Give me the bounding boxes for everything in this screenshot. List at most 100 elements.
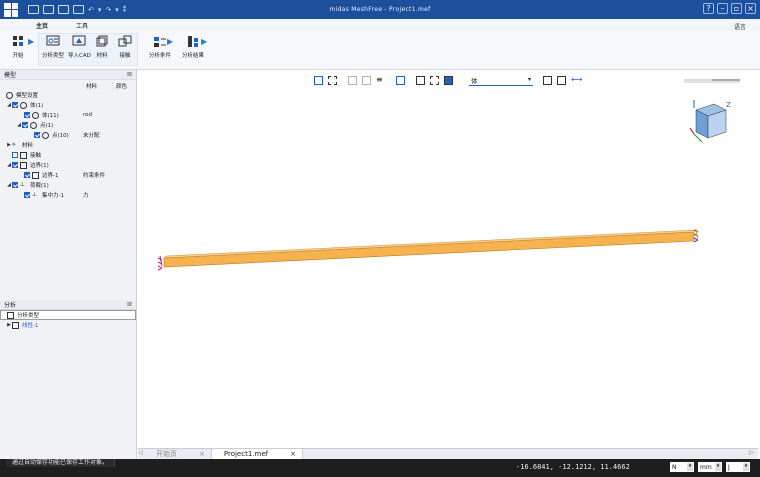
measure-icon[interactable]: ⟷ xyxy=(571,76,582,85)
boundary-icon xyxy=(20,161,27,169)
undo-icon[interactable]: ↶ xyxy=(88,6,94,14)
fit-icon[interactable] xyxy=(348,76,357,85)
material-button[interactable]: 材料 xyxy=(95,35,109,59)
checkbox[interactable] xyxy=(24,172,30,178)
tree-item-boundaries[interactable]: ◢ 边界(1) xyxy=(0,160,136,170)
minimize-icon[interactable]: – xyxy=(717,3,728,14)
chevron-down-icon: ▾ xyxy=(687,463,693,471)
close-icon[interactable]: × xyxy=(745,3,756,14)
checkbox[interactable] xyxy=(34,132,40,138)
tree-item-bodies[interactable]: ◢ 体(1) xyxy=(0,100,136,110)
save-as-icon[interactable] xyxy=(73,5,84,14)
checkbox[interactable] xyxy=(12,152,18,158)
help-icon[interactable]: ? xyxy=(703,3,714,14)
tab-home[interactable]: 主页 xyxy=(32,20,52,31)
maximize-icon[interactable]: ▫ xyxy=(731,3,742,14)
play-arrow-icon: ▶ xyxy=(28,37,35,46)
import-cad-icon xyxy=(72,35,86,46)
analysis-result-icon xyxy=(188,36,198,47)
chevron-left-icon[interactable]: ◁ xyxy=(138,449,143,456)
copy-view-icon[interactable] xyxy=(543,76,552,85)
tree-item-load[interactable]: ⊥ 集中力-1 力 xyxy=(0,190,136,200)
label-icon[interactable] xyxy=(416,76,425,85)
contact-icon xyxy=(118,35,132,47)
view-toolbar: ≡ xyxy=(314,76,458,85)
tab-tools[interactable]: 工具 xyxy=(72,20,92,31)
boundary-icon xyxy=(32,171,39,179)
save-icon[interactable] xyxy=(58,5,69,14)
new-file-icon[interactable] xyxy=(28,5,39,14)
contact-button[interactable]: 接触 xyxy=(118,35,132,59)
select-box-icon[interactable] xyxy=(314,76,323,85)
start-button[interactable]: 开始 xyxy=(11,35,25,59)
analysis-condition-icon xyxy=(154,37,166,47)
gear-icon xyxy=(6,91,13,99)
material-label: 材料 xyxy=(96,53,108,59)
redo-dropdown-icon[interactable]: ▾ xyxy=(115,6,119,14)
checkbox[interactable] xyxy=(12,162,18,168)
beam-model[interactable] xyxy=(148,220,718,280)
contact-icon xyxy=(20,151,27,159)
view-cube-icon[interactable]: Z xyxy=(686,98,738,150)
selection-filter-select[interactable]: 体 ▾ xyxy=(469,74,533,86)
analysis-type-label: 分析类型 xyxy=(42,53,65,59)
app-menu-icon[interactable] xyxy=(4,2,18,17)
tree-item-analysis-type[interactable]: 分析类型 xyxy=(0,310,136,320)
hide-icon[interactable] xyxy=(430,76,439,85)
checkbox[interactable] xyxy=(24,192,30,198)
list-icon[interactable]: ≡ xyxy=(376,76,385,85)
length-unit-select[interactable]: mm ▾ xyxy=(698,462,722,472)
analysis-type-button[interactable]: 分析类型 xyxy=(42,35,64,59)
unit-selectors: N ▾ mm ▾ J ▾ xyxy=(670,462,750,472)
chevron-right-icon[interactable]: ▷ xyxy=(749,449,754,456)
tree-item-model-settings[interactable]: 模型设置 xyxy=(0,90,136,100)
force-unit-select[interactable]: N ▾ xyxy=(670,462,694,472)
ribbon: 开始 ▶ 分析类型 导入CAD 材料 接触 分析条件 ▶ 分析结果 ▶ xyxy=(0,31,760,70)
pin-icon[interactable]: ⊠ xyxy=(127,71,132,78)
customize-icon[interactable]: ⁑ xyxy=(123,6,127,14)
tree-item-loads[interactable]: ◢ ⊥ 荷载(1) xyxy=(0,180,136,190)
tree-item-linear-analysis[interactable]: ▶ 线性-1 xyxy=(0,320,136,330)
analysis-case-icon xyxy=(12,321,19,329)
material-icon xyxy=(96,35,108,47)
zoom-icon[interactable] xyxy=(362,76,371,85)
chevron-down-icon: ▾ xyxy=(527,76,531,83)
tree-item-points[interactable]: ◢ 点(1) xyxy=(0,120,136,130)
checkbox[interactable] xyxy=(22,122,28,128)
checkbox[interactable] xyxy=(12,182,18,188)
3d-viewport[interactable]: ≡ 体 ▾ ⟷ Z xyxy=(138,70,758,448)
model-panel-title: 模型 xyxy=(4,72,17,79)
checkbox[interactable] xyxy=(24,112,30,118)
select-window-icon[interactable] xyxy=(328,76,337,85)
language-button[interactable]: 语言 xyxy=(734,22,746,31)
tree-item-contact[interactable]: 接触 xyxy=(0,150,136,160)
tree-item-material[interactable]: ▶ ⟡ 材料 xyxy=(0,140,136,150)
tree-item-body[interactable]: 体(11) rod xyxy=(0,110,136,120)
close-icon[interactable]: × xyxy=(199,450,205,458)
pin-icon[interactable]: ⊠ xyxy=(127,301,132,308)
import-cad-button[interactable]: 导入CAD xyxy=(68,35,91,59)
point-icon xyxy=(30,121,37,129)
quick-access-toolbar: ↶ ▾ ↷ ▾ ⁑ xyxy=(28,5,126,14)
tab-project[interactable]: Project1.mef × xyxy=(210,448,303,460)
tree-item-boundary[interactable]: 边界-1 约束条件 xyxy=(0,170,136,180)
energy-unit-select[interactable]: J ▾ xyxy=(726,462,750,472)
analysis-result-label: 分析结果 xyxy=(182,53,205,59)
model-tree: 模型设置 ◢ 体(1) 体(11) rod ◢ 点(1) 点(10) 未分配 ▶… xyxy=(0,90,136,200)
show-icon[interactable] xyxy=(444,76,453,85)
load-icon: ⊥ xyxy=(20,181,25,188)
split-view-icon[interactable] xyxy=(557,76,566,85)
play-arrow-icon: ▶ xyxy=(201,37,208,46)
undo-dropdown-icon[interactable]: ▾ xyxy=(98,6,102,14)
chevron-down-icon: ▾ xyxy=(715,463,721,471)
material-icon: ⟡ xyxy=(12,141,16,148)
tree-item-point[interactable]: 点(10) 未分配 xyxy=(0,130,136,140)
open-folder-icon[interactable] xyxy=(43,5,54,14)
view-toolbar-right: ⟷ xyxy=(543,76,585,85)
tab-start-page[interactable]: 开始页 × xyxy=(144,449,211,460)
display-box-icon[interactable] xyxy=(396,76,405,85)
load-icon: ⊥ xyxy=(32,191,37,198)
close-icon[interactable]: × xyxy=(290,450,296,458)
checkbox[interactable] xyxy=(12,102,18,108)
redo-icon[interactable]: ↷ xyxy=(105,6,111,14)
